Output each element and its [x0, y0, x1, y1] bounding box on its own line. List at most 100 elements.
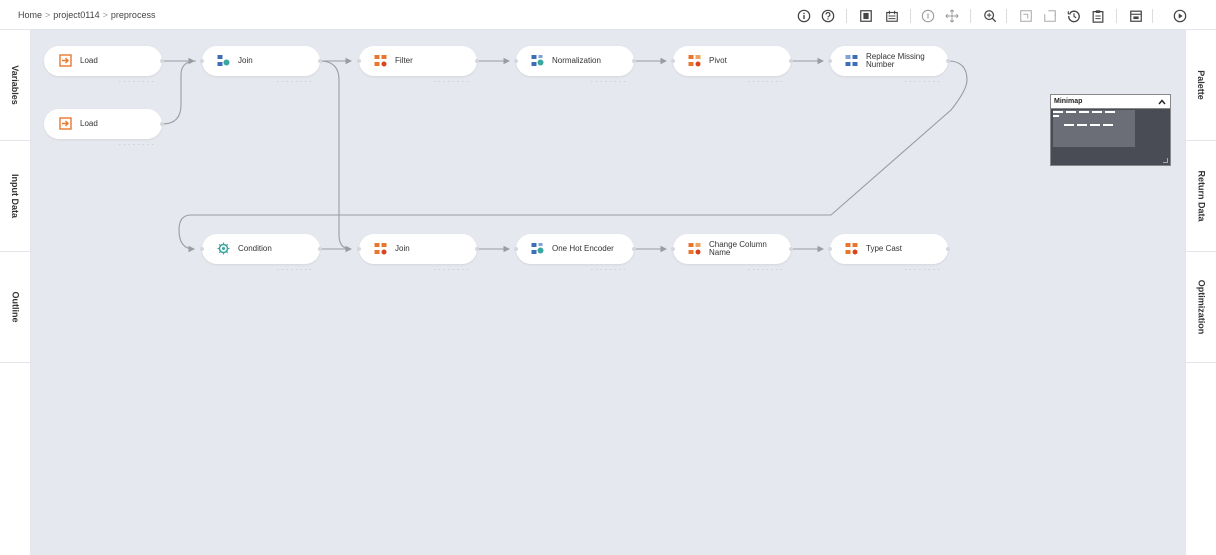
node-status: - - - - - - - -: [904, 267, 940, 273]
info-icon[interactable]: [796, 8, 812, 24]
node-load[interactable]: Load - - - - - - - -: [44, 109, 164, 148]
typecast-icon: [845, 242, 858, 255]
minimap-node: [1079, 111, 1089, 113]
breadcrumb-separator: >: [102, 10, 108, 20]
output-port[interactable]: [318, 59, 322, 63]
minimap-node: [1053, 111, 1063, 113]
edge: [161, 60, 197, 125]
output-port[interactable]: [475, 247, 479, 251]
move-icon[interactable]: [944, 8, 960, 24]
output-port[interactable]: [632, 59, 636, 63]
output-port[interactable]: [475, 59, 479, 63]
batch-icon[interactable]: [884, 8, 900, 24]
node-label: Normalization: [552, 56, 601, 65]
output-port[interactable]: [789, 59, 793, 63]
node-label: One Hot Encoder: [552, 244, 614, 253]
play-icon[interactable]: [1172, 8, 1188, 24]
input-port[interactable]: [357, 247, 361, 251]
top-bar: Home > project0114 > preprocess: [0, 0, 1216, 30]
node-status: - - - - - - - -: [276, 79, 312, 85]
minimap-header: Minimap: [1051, 95, 1170, 109]
panel-icon[interactable]: [858, 8, 874, 24]
node-join[interactable]: Join - - - - - - - -: [200, 46, 322, 85]
tab-outline[interactable]: Outline: [0, 252, 30, 363]
minimap-node: [1103, 124, 1113, 126]
chevron-up-icon[interactable]: [1158, 98, 1166, 106]
output-port[interactable]: [946, 247, 950, 251]
output-port[interactable]: [318, 247, 322, 251]
edges-layer: [161, 57, 968, 253]
output-port[interactable]: [160, 59, 164, 63]
input-port[interactable]: [671, 59, 675, 63]
info-outline-icon[interactable]: [920, 8, 936, 24]
node-status: - - - - - - - -: [590, 267, 626, 273]
output-port[interactable]: [160, 122, 164, 126]
redo-icon[interactable]: [1042, 8, 1058, 24]
node-load[interactable]: Load - - - - - - - -: [44, 46, 164, 85]
node-filter[interactable]: Filter - - - - - - - -: [357, 46, 479, 85]
node-status: - - - - - - - -: [590, 79, 626, 85]
minimap[interactable]: Minimap: [1050, 94, 1171, 166]
load-icon: [59, 54, 72, 67]
minimap-node: [1092, 111, 1102, 113]
node-pivot[interactable]: Pivot - - - - - - - -: [671, 46, 793, 85]
minimap-node: [1053, 115, 1059, 117]
node-normalization[interactable]: Normalization - - - - - - - -: [514, 46, 636, 85]
node-status: - - - - - - - -: [118, 142, 154, 148]
node-replace-missing-number[interactable]: Replace Missing Number - - - - - - - -: [828, 46, 950, 85]
node-label: Change Column Name: [709, 240, 767, 257]
condition-icon: [217, 242, 230, 255]
flow-canvas[interactable]: Load - - - - - - - - Load - - - - - - - …: [31, 30, 1185, 555]
history-icon[interactable]: [1066, 8, 1082, 24]
tab-palette[interactable]: Palette: [1186, 30, 1216, 141]
tab-label: Outline: [10, 291, 20, 323]
node-condition[interactable]: Condition - - - - - - - -: [200, 234, 322, 273]
filter-icon: [374, 54, 387, 67]
node-join[interactable]: Join - - - - - - - -: [357, 234, 479, 273]
breadcrumb-current: preprocess: [110, 10, 156, 20]
tab-optimization[interactable]: Optimization: [1186, 252, 1216, 363]
clipboard-icon[interactable]: [1090, 8, 1106, 24]
load-icon: [59, 117, 72, 130]
node-status: - - - - - - - -: [904, 79, 940, 85]
node-change-column-name[interactable]: Change Column Name - - - - - - - -: [671, 234, 793, 273]
input-port[interactable]: [514, 59, 518, 63]
input-port[interactable]: [357, 59, 361, 63]
node-status: - - - - - - - -: [747, 79, 783, 85]
minimap-node: [1105, 111, 1115, 113]
node-status: - - - - - - - -: [433, 79, 469, 85]
node-label: Join: [238, 56, 253, 65]
breadcrumb-project[interactable]: project0114: [53, 10, 99, 20]
tab-variables[interactable]: Variables: [0, 30, 30, 141]
input-port[interactable]: [828, 247, 832, 251]
input-port[interactable]: [200, 59, 204, 63]
input-port[interactable]: [671, 247, 675, 251]
output-port[interactable]: [946, 59, 950, 63]
tab-return-data[interactable]: Return Data: [1186, 141, 1216, 252]
calendar-icon[interactable]: [1128, 8, 1144, 24]
tab-label: Optimization: [1196, 279, 1206, 335]
node-type-cast[interactable]: Type Cast - - - - - - - -: [828, 234, 950, 273]
input-port[interactable]: [514, 247, 518, 251]
left-panel: Variables Input Data Outline: [0, 30, 31, 555]
input-port[interactable]: [200, 247, 204, 251]
help-icon[interactable]: [820, 8, 836, 24]
node-one-hot-encoder[interactable]: One Hot Encoder - - - - - - - -: [514, 234, 636, 273]
output-port[interactable]: [632, 247, 636, 251]
replace-missing-icon: [845, 54, 858, 67]
tab-label: Input Data: [10, 174, 20, 218]
minimap-viewport[interactable]: [1053, 110, 1135, 147]
undo-icon[interactable]: [1018, 8, 1034, 24]
minimap-node: [1066, 111, 1076, 113]
breadcrumb: Home > project0114 > preprocess: [18, 10, 155, 20]
input-port[interactable]: [828, 59, 832, 63]
breadcrumb-home[interactable]: Home: [18, 10, 42, 20]
node-status: - - - - - - - -: [276, 267, 312, 273]
minimap-node: [1077, 124, 1087, 126]
output-port[interactable]: [789, 247, 793, 251]
resize-handle[interactable]: [1163, 158, 1168, 163]
zoom-icon[interactable]: [982, 8, 998, 24]
tab-input-data[interactable]: Input Data: [0, 141, 30, 252]
node-label: Join: [395, 244, 410, 253]
node-label: Load: [80, 56, 98, 65]
